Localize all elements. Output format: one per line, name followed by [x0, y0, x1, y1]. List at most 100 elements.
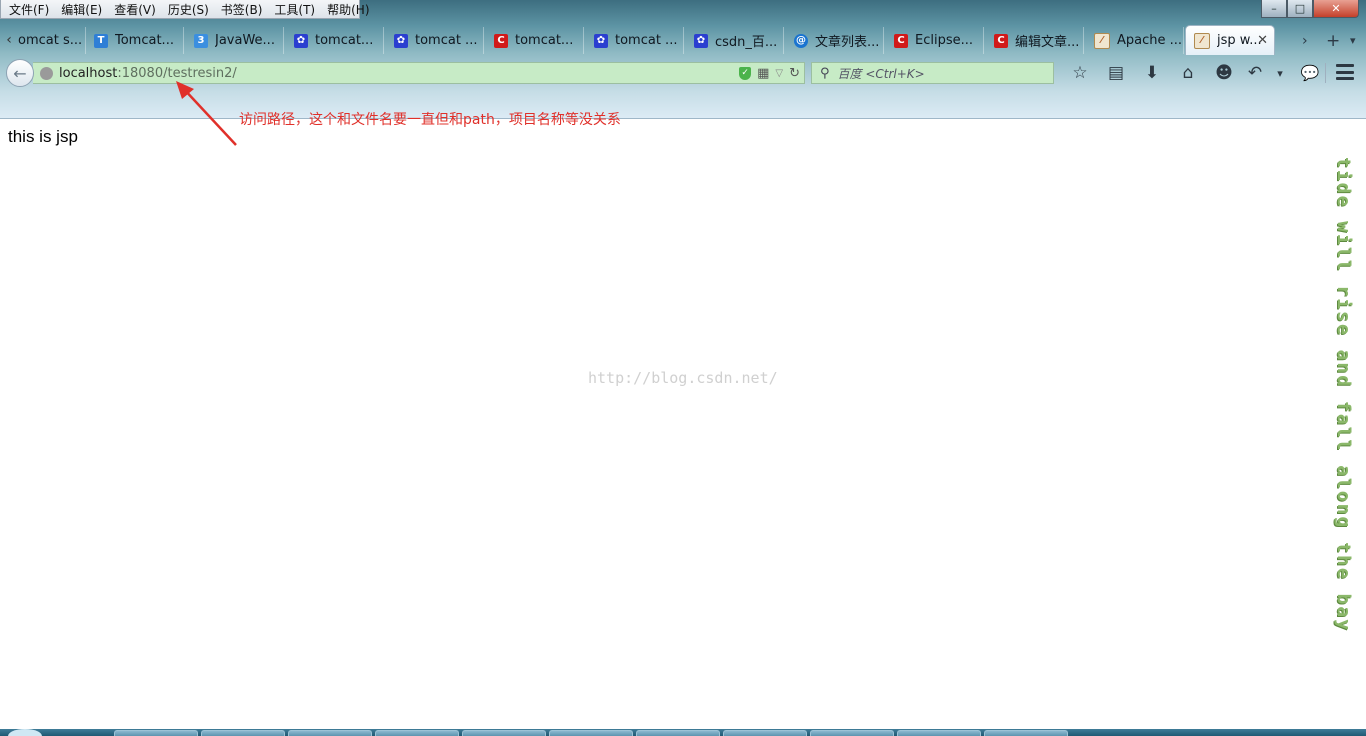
- at-sign-icon: @: [794, 33, 808, 48]
- globe-icon: [40, 66, 53, 80]
- tab-8[interactable]: @ 文章列表...: [786, 27, 884, 54]
- close-icon: ✕: [1331, 2, 1341, 15]
- qr-code-icon[interactable]: ▦: [757, 66, 769, 81]
- taskbar-item[interactable]: [984, 730, 1068, 736]
- comment-icon[interactable]: 💬: [1292, 64, 1328, 82]
- tab-label: csdn_百...: [715, 35, 778, 50]
- menu-bookmarks[interactable]: 书签(B): [215, 1, 269, 18]
- undo-icon[interactable]: ↶: [1242, 63, 1268, 83]
- tab-scroll-left-button[interactable]: ‹: [0, 26, 18, 54]
- dropdown-icon[interactable]: ▾: [1268, 67, 1292, 80]
- apache-feather-icon: ⁄: [1194, 32, 1210, 49]
- menu-edit[interactable]: 编辑(E): [55, 1, 108, 18]
- tab-4[interactable]: ✿ tomcat ...: [386, 27, 484, 54]
- menu-view[interactable]: 查看(V): [108, 1, 162, 18]
- maximize-button[interactable]: □: [1287, 0, 1313, 18]
- maximize-icon: □: [1294, 2, 1306, 15]
- menu-help[interactable]: 帮助(H): [321, 1, 375, 18]
- tab-3[interactable]: ✿ tomcat...: [286, 27, 384, 54]
- toolbar-separator: [1325, 63, 1326, 83]
- star-icon[interactable]: ☆: [1062, 63, 1098, 83]
- shield-icon[interactable]: ✓: [739, 66, 752, 80]
- csdn-c-icon: C: [494, 33, 508, 48]
- arrow-left-icon: ←: [13, 63, 27, 83]
- tab-label: omcat s...: [18, 33, 83, 48]
- annotation-text: 访问路径，这个和文件名要一直但和path，项目名称等没关系: [239, 112, 621, 128]
- html5-icon: 3: [194, 33, 208, 48]
- taskbar: [0, 729, 1366, 736]
- tab-7[interactable]: ✿ csdn_百...: [686, 27, 784, 54]
- list-all-tabs-button[interactable]: ▾: [1350, 27, 1356, 54]
- tab-2[interactable]: 3 JavaWe...: [186, 27, 284, 54]
- new-tab-button[interactable]: +: [1326, 27, 1340, 54]
- chevron-down-icon: ▾: [1350, 34, 1356, 47]
- close-window-button[interactable]: ✕: [1313, 0, 1359, 18]
- back-button[interactable]: ←: [6, 59, 34, 87]
- vertical-text: tide will rise and fall along the bay: [1333, 157, 1354, 632]
- tab-label: tomcat ...: [615, 33, 678, 48]
- taskbar-item[interactable]: [723, 730, 807, 736]
- tab-1[interactable]: T Tomcat...: [86, 27, 184, 54]
- taskbar-item[interactable]: [375, 730, 459, 736]
- tab-scroll-right-button[interactable]: ›: [1302, 27, 1308, 54]
- tab-12-active[interactable]: ⁄ jsp w... ✕: [1185, 25, 1275, 55]
- minimize-icon: –: [1271, 2, 1277, 15]
- tab-label: JavaWe...: [215, 33, 275, 48]
- menu-tools[interactable]: 工具(T): [268, 1, 321, 18]
- taskbar-item[interactable]: [810, 730, 894, 736]
- tab-label: Eclipse...: [915, 33, 974, 48]
- chat-icon[interactable]: ☻: [1206, 63, 1242, 83]
- baidu-paw-icon: ✿: [294, 33, 308, 48]
- tab-label: tomcat...: [515, 33, 574, 48]
- tab-label: Tomcat...: [115, 33, 174, 48]
- tab-label: tomcat ...: [415, 33, 478, 48]
- tab-label: tomcat...: [315, 33, 374, 48]
- url-bar[interactable]: localhost:18080/testresin2/ ✓ ▦ ▽ ↻: [33, 62, 805, 84]
- reload-icon[interactable]: ↻: [789, 66, 800, 81]
- chevron-left-icon: ‹: [6, 32, 12, 48]
- home-icon[interactable]: ⌂: [1170, 63, 1206, 83]
- apache-feather-icon: ⁄: [1094, 32, 1110, 49]
- csdn-c-icon: C: [894, 33, 908, 48]
- baidu-paw-icon: ✿: [694, 33, 708, 48]
- minimize-button[interactable]: –: [1261, 0, 1287, 18]
- tab-strip: ‹ omcat s... T Tomcat... 3 JavaWe... ✿ t…: [0, 24, 1366, 55]
- taskbar-item[interactable]: [201, 730, 285, 736]
- tab-11[interactable]: ⁄ Apache ...: [1086, 27, 1184, 54]
- tab-6[interactable]: ✿ tomcat ...: [586, 27, 684, 54]
- tab-close-icon[interactable]: ✕: [1257, 33, 1268, 48]
- csdn-c-icon: C: [994, 33, 1008, 48]
- tab-label: Apache ...: [1117, 33, 1183, 48]
- page-content: this is jsp 访问路径，这个和文件名要一直但和path，项目名称等没关…: [0, 81, 1366, 729]
- download-icon[interactable]: ⬇: [1134, 63, 1170, 83]
- taskbar-item[interactable]: [636, 730, 720, 736]
- taskbar-item[interactable]: [288, 730, 372, 736]
- url-bar-icons: ✓ ▦ ▽ ↻: [739, 63, 800, 83]
- search-bar[interactable]: ⚲ 百度 <Ctrl+K>: [811, 62, 1054, 84]
- chevron-right-icon: ›: [1302, 32, 1308, 49]
- hamburger-menu-icon[interactable]: [1336, 64, 1354, 80]
- menu-history[interactable]: 历史(S): [162, 1, 215, 18]
- tab-9[interactable]: C Eclipse...: [886, 27, 984, 54]
- taskbar-item[interactable]: [114, 730, 198, 736]
- search-icon: ⚲: [820, 65, 830, 81]
- tab-5[interactable]: C tomcat...: [486, 27, 584, 54]
- taskbar-item[interactable]: [897, 730, 981, 736]
- menu-bar: 文件(F) 编辑(E) 查看(V) 历史(S) 书签(B) 工具(T) 帮助(H…: [0, 0, 370, 19]
- tab-10[interactable]: C 编辑文章...: [986, 27, 1084, 54]
- watermark: http://blog.csdn.net/: [588, 369, 778, 387]
- tomcat-t-icon: T: [94, 33, 108, 48]
- search-placeholder: 百度 <Ctrl+K>: [837, 66, 925, 81]
- reading-list-icon[interactable]: ▤: [1098, 63, 1134, 83]
- start-button-icon[interactable]: [8, 729, 42, 736]
- annotation-arrow: [176, 81, 237, 146]
- dropdown-arrow-icon[interactable]: ▽: [775, 68, 783, 79]
- baidu-paw-icon: ✿: [394, 33, 408, 48]
- vertical-decoration: tide will rise and fall along the bay: [1330, 157, 1354, 632]
- plus-icon: +: [1326, 30, 1341, 51]
- taskbar-item[interactable]: [549, 730, 633, 736]
- menu-file[interactable]: 文件(F): [3, 1, 55, 18]
- tab-0[interactable]: omcat s...: [18, 27, 86, 54]
- url-host: localhost: [59, 65, 118, 81]
- taskbar-item[interactable]: [462, 730, 546, 736]
